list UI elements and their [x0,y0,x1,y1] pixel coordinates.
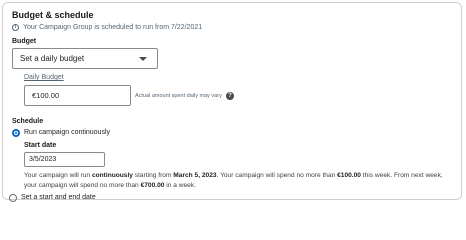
summary-bold-continuously: continuously [91,172,133,179]
schedule-summary: Your campaign will run continuously star… [24,171,454,190]
daily-budget-input[interactable]: €100.00 [24,85,131,106]
run-continuously-radio[interactable] [12,129,20,137]
summary-text-2: starting from [132,172,174,179]
summary-text-5: in a week. [164,181,196,189]
summary-text-1: Your campaign will run [24,172,92,179]
summary-bold-start: March 5, 2023 [173,172,217,179]
help-icon[interactable]: ? [226,92,234,100]
start-date-input[interactable]: 3/5/2023 [24,152,105,167]
schedule-label: Schedule [12,118,44,125]
budget-label: Budget [12,38,37,45]
budget-type-value: Set a daily budget [20,54,85,63]
start-end-date-radio[interactable] [9,194,17,202]
summary-text-3: . Your campaign will spend no more than [216,172,338,179]
schedule-info: i Your Campaign Group is scheduled to ru… [12,24,202,31]
start-end-date-label[interactable]: Set a start and end date [21,194,96,201]
budget-type-select[interactable]: Set a daily budget [12,48,158,69]
summary-bold-week: €100.00 [337,172,361,179]
daily-budget-label: Daily Budget [24,74,64,81]
info-icon: i [12,24,19,31]
start-date-label: Start date [24,142,57,149]
budget-schedule-panel: Budget & schedule i Your Campaign Group … [2,2,462,202]
run-continuously-label[interactable]: Run campaign continuously [24,129,110,136]
section-title: Budget & schedule [12,10,94,20]
chevron-down-icon [139,56,147,61]
summary-bold-nextweek: €700.00 [140,181,165,189]
daily-budget-hint: Actual amount spent daily may vary [135,93,222,99]
schedule-info-text: Your Campaign Group is scheduled to run … [23,24,203,31]
